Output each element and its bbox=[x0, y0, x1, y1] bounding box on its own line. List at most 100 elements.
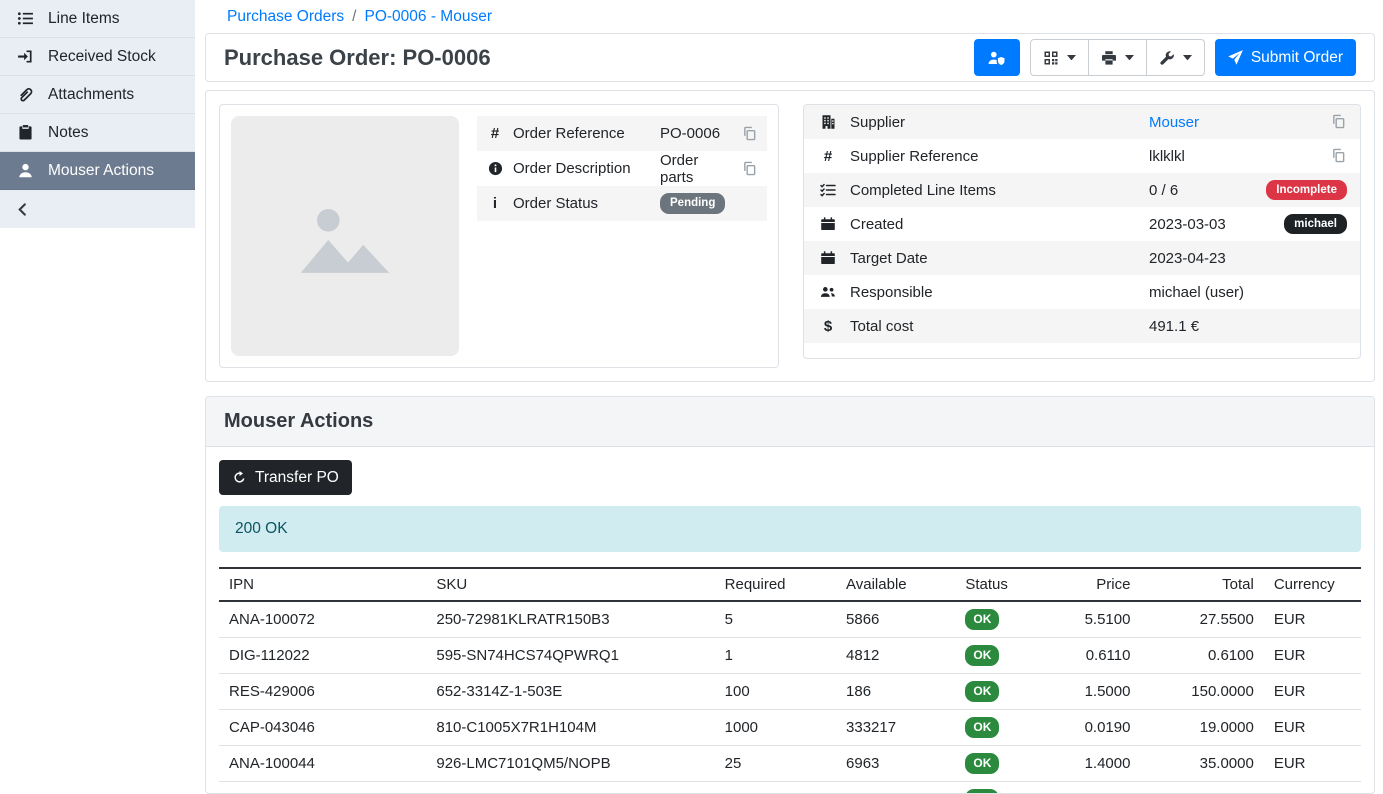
required-cell: 100 bbox=[715, 674, 836, 710]
sidebar-item-received-stock[interactable]: Received Stock bbox=[0, 38, 195, 76]
required-cell: 47 bbox=[715, 782, 836, 794]
table-row: SWT-200005 611-110.107.011/0205 47 47 OK… bbox=[219, 782, 1361, 794]
status-badge: Pending bbox=[660, 193, 725, 213]
currency-cell: EUR bbox=[1264, 674, 1361, 710]
detail-label: Supplier bbox=[850, 114, 1138, 131]
status-cell: OK bbox=[955, 638, 1061, 674]
status-cell: OK bbox=[955, 710, 1061, 746]
copy-icon[interactable] bbox=[1331, 114, 1347, 130]
submit-order-button[interactable]: Submit Order bbox=[1215, 39, 1356, 76]
detail-row-supplier-reference: # Supplier Reference lklklkl bbox=[804, 139, 1360, 173]
user-shield-icon bbox=[987, 50, 1006, 66]
supplier-link[interactable]: Mouser bbox=[1149, 114, 1199, 131]
sidebar-item-line-items[interactable]: Line Items bbox=[0, 0, 195, 38]
copy-icon[interactable] bbox=[742, 126, 758, 142]
available-cell: 333217 bbox=[836, 710, 955, 746]
main-content: Purchase Orders / PO-0006 - Mouser Purch… bbox=[195, 0, 1383, 794]
currency-cell: EUR bbox=[1264, 638, 1361, 674]
calendar-icon bbox=[817, 216, 839, 232]
detail-value: 0 / 6 bbox=[1149, 182, 1255, 199]
order-details-panel: # Order Reference PO-0006 Order Descript… bbox=[205, 90, 1375, 382]
detail-row-order-reference: # Order Reference PO-0006 bbox=[477, 116, 767, 151]
price-cell: 0.6110 bbox=[1062, 638, 1141, 674]
print-menu-button[interactable] bbox=[1088, 39, 1147, 76]
sidebar-collapse-button[interactable] bbox=[0, 190, 195, 228]
status-cell: OK bbox=[955, 746, 1061, 782]
sku-cell: 611-110.107.011/0205 bbox=[426, 782, 714, 794]
sidebar-item-mouser-actions[interactable]: Mouser Actions bbox=[0, 152, 195, 190]
user-badge: michael bbox=[1284, 214, 1347, 234]
refresh-icon bbox=[232, 470, 247, 485]
available-cell: 6963 bbox=[836, 746, 955, 782]
currency-cell: EUR bbox=[1264, 782, 1361, 794]
calendar-icon bbox=[817, 250, 839, 266]
total-cell: 268.8400 bbox=[1140, 782, 1263, 794]
breadcrumb-link-purchase-orders[interactable]: Purchase Orders bbox=[227, 8, 344, 26]
sidebar: Line Items Received Stock Attachments No… bbox=[0, 0, 195, 794]
required-cell: 1 bbox=[715, 638, 836, 674]
info-circle-icon bbox=[486, 161, 504, 176]
table-header-row: IPN SKU Required Available Status Price … bbox=[219, 568, 1361, 601]
sku-cell: 810-C1005X7R1H104M bbox=[426, 710, 714, 746]
ipn-cell: DIG-112022 bbox=[219, 638, 426, 674]
order-image-placeholder[interactable] bbox=[231, 116, 459, 356]
detail-value: Pending bbox=[660, 193, 758, 213]
sidebar-item-label: Attachments bbox=[48, 86, 134, 104]
total-cell: 0.6100 bbox=[1140, 638, 1263, 674]
currency-cell: EUR bbox=[1264, 601, 1361, 638]
detail-value: lklklkl bbox=[1149, 148, 1320, 165]
barcode-actions-button[interactable] bbox=[974, 39, 1020, 76]
table-row: CAP-043046 810-C1005X7R1H104M 1000 33321… bbox=[219, 710, 1361, 746]
total-cell: 150.0000 bbox=[1140, 674, 1263, 710]
breadcrumb: Purchase Orders / PO-0006 - Mouser bbox=[205, 0, 1375, 33]
detail-row-order-description: Order Description Order parts bbox=[477, 151, 767, 186]
actions-panel-body: Transfer PO 200 OK IPN SKU Required Avai… bbox=[206, 447, 1374, 794]
mouser-actions-panel: Mouser Actions Transfer PO 200 OK IPN SK… bbox=[205, 396, 1375, 794]
qr-menu-button[interactable] bbox=[1030, 39, 1089, 76]
building-icon bbox=[817, 114, 839, 130]
ipn-cell: SWT-200005 bbox=[219, 782, 426, 794]
detail-label: Order Reference bbox=[513, 125, 651, 142]
ok-badge: OK bbox=[965, 789, 999, 794]
price-cell: 1.4000 bbox=[1062, 746, 1141, 782]
header-button-group bbox=[1030, 39, 1205, 76]
info-icon: i bbox=[486, 195, 504, 212]
available-cell: 186 bbox=[836, 674, 955, 710]
list-check-icon bbox=[817, 182, 839, 198]
ipn-cell: ANA-100044 bbox=[219, 746, 426, 782]
detail-row-target-date: Target Date 2023-04-23 bbox=[804, 241, 1360, 275]
header-total: Total bbox=[1140, 568, 1263, 601]
header-price: Price bbox=[1062, 568, 1141, 601]
header-required: Required bbox=[715, 568, 836, 601]
table-row: ANA-100072 250-72981KLRATR150B3 5 5866 O… bbox=[219, 601, 1361, 638]
detail-value: Order parts bbox=[660, 152, 733, 186]
paperclip-icon bbox=[17, 86, 34, 103]
detail-label: Order Status bbox=[513, 195, 651, 212]
breadcrumb-link-po-0006[interactable]: PO-0006 - Mouser bbox=[364, 8, 492, 26]
total-cell: 19.0000 bbox=[1140, 710, 1263, 746]
header-ipn: IPN bbox=[219, 568, 426, 601]
ipn-cell: ANA-100072 bbox=[219, 601, 426, 638]
order-details-table: # Order Reference PO-0006 Order Descript… bbox=[477, 116, 767, 221]
copy-icon[interactable] bbox=[1331, 148, 1347, 164]
sidebar-item-label: Received Stock bbox=[48, 48, 156, 66]
transfer-po-button[interactable]: Transfer PO bbox=[219, 460, 352, 495]
sidebar-item-attachments[interactable]: Attachments bbox=[0, 76, 195, 114]
order-actions-menu-button[interactable] bbox=[1146, 39, 1205, 76]
sidebar-item-label: Mouser Actions bbox=[48, 162, 154, 180]
dollar-icon: $ bbox=[817, 318, 839, 335]
header-sku: SKU bbox=[426, 568, 714, 601]
required-cell: 25 bbox=[715, 746, 836, 782]
status-cell: OK bbox=[955, 601, 1061, 638]
detail-label: Order Description bbox=[513, 160, 651, 177]
copy-icon[interactable] bbox=[742, 161, 758, 177]
sign-in-icon bbox=[17, 48, 34, 65]
sku-cell: 595-SN74HCS74QPWRQ1 bbox=[426, 638, 714, 674]
sidebar-item-label: Line Items bbox=[48, 10, 120, 28]
available-cell: 4812 bbox=[836, 638, 955, 674]
sidebar-item-notes[interactable]: Notes bbox=[0, 114, 195, 152]
detail-row-supplier: Supplier Mouser bbox=[804, 105, 1360, 139]
caret-down-icon bbox=[1125, 55, 1134, 61]
header-currency: Currency bbox=[1264, 568, 1361, 601]
currency-cell: EUR bbox=[1264, 710, 1361, 746]
